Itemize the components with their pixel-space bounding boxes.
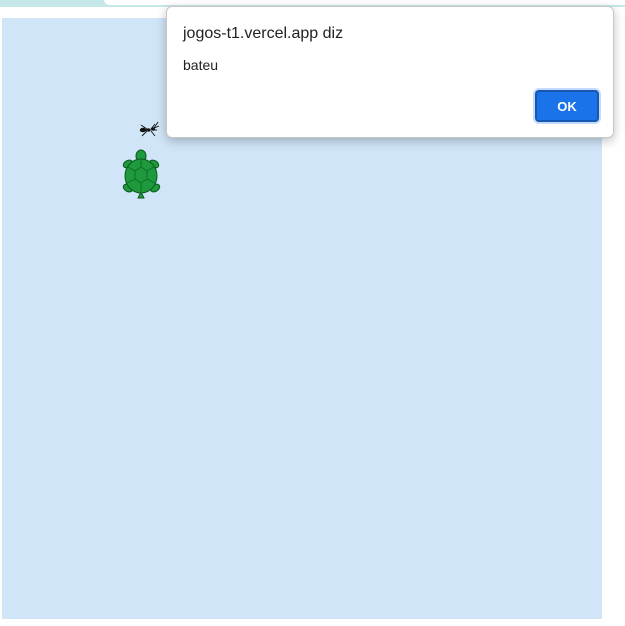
ant-icon (139, 121, 160, 137)
dialog-title: jogos-t1.vercel.app diz (183, 25, 344, 42)
browser-tab (104, 0, 625, 5)
ok-button[interactable]: OK (535, 90, 599, 122)
turtle-icon (122, 149, 161, 199)
dialog-message: bateu (183, 57, 219, 73)
alert-dialog: jogos-t1.vercel.app diz bateu OK (166, 6, 614, 138)
